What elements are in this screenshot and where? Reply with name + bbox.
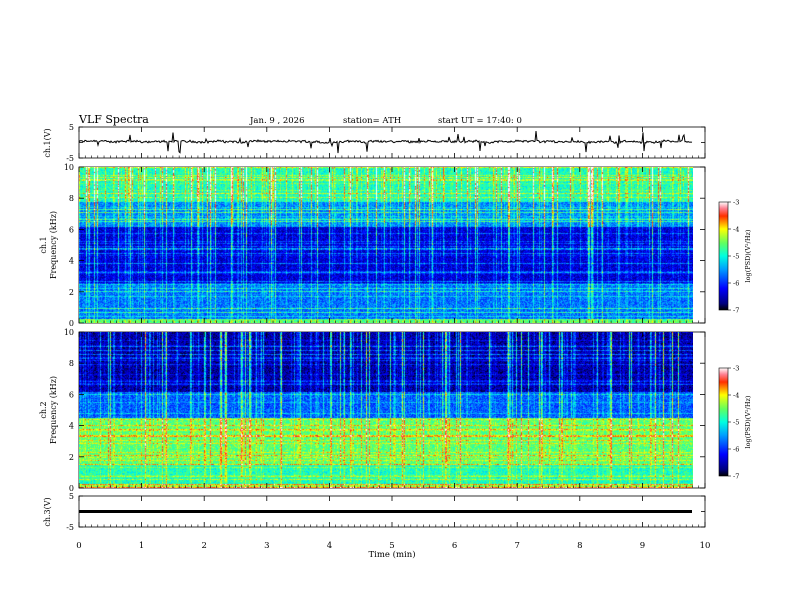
- ch3-ytick-bottom: -5: [66, 523, 74, 532]
- x-tick-label: 0: [76, 541, 81, 551]
- y-tick-label: 6: [69, 225, 74, 234]
- colorbar-tick-label: -5: [733, 419, 739, 427]
- ch1-ytick-top: 5: [69, 123, 74, 132]
- ch1-spec-freq-label: Frequency (kHz): [49, 211, 58, 279]
- x-tick-label: 9: [640, 541, 645, 551]
- time-axis-label: Time (min): [368, 549, 415, 560]
- y-tick-label: 8: [69, 359, 74, 368]
- ch1-spectrogram-image: [79, 167, 693, 323]
- y-tick-label: 4: [69, 257, 74, 266]
- colorbar-tick-label: -3: [733, 365, 739, 373]
- colorbar-tick-label: -7: [733, 307, 739, 315]
- station-label: station= ATH: [343, 116, 401, 126]
- colorbar-tick-label: -4: [733, 226, 739, 234]
- x-tick-label: 6: [452, 541, 457, 551]
- x-tick-label: 7: [514, 541, 519, 551]
- x-tick-label: 10: [700, 541, 711, 551]
- y-tick-label: 6: [69, 390, 74, 399]
- ch1-spectrogram-panel: 0 2 4 6 8 10 ch.1 Frequency (kHz): [39, 163, 706, 328]
- ch2-colorbar: -3 -4 -5 -6 -7 log(PSD)(V²/Hz): [718, 365, 752, 481]
- ch1-colorbar: -3 -4 -5 -6 -7 log(PSD)(V²/Hz): [718, 199, 752, 315]
- vlf-figure: VLF Spectra Jan. 9 , 2026 station= ATH s…: [39, 113, 752, 560]
- colorbar-tick-label: -7: [733, 473, 739, 481]
- colorbar-tick-label: -4: [733, 392, 739, 400]
- colorbar-label: log(PSD)(V²/Hz): [744, 229, 752, 282]
- colorbar-gradient: [718, 367, 729, 477]
- ch3-waveform-panel: 5 -5 ch.3(V): [43, 492, 706, 532]
- date-label: Jan. 9 , 2026: [249, 116, 305, 126]
- colorbar-label: log(PSD)(V²/Hz): [744, 395, 752, 448]
- y-tick-label: 4: [69, 422, 74, 431]
- x-tick-label: 2: [201, 541, 206, 551]
- colorbar-tick-label: -3: [733, 199, 739, 207]
- ch1-waveform-panel: 5 -5 ch.1(V): [43, 123, 706, 163]
- colorbar-tick-label: -6: [733, 446, 739, 454]
- y-tick-label: 10: [64, 328, 74, 337]
- y-tick-label: 2: [69, 453, 74, 462]
- figure-title: VLF Spectra: [78, 113, 149, 126]
- ch1-ytick-bottom: -5: [66, 154, 74, 163]
- colorbar-gradient: [718, 201, 729, 311]
- ch2-spectrogram-panel: 0246810 ch.2 Frequency (kHz): [39, 328, 706, 493]
- x-tick-label: 4: [327, 541, 332, 551]
- y-tick-label: 2: [69, 288, 74, 297]
- x-tick-label: 8: [577, 541, 582, 551]
- ch2-spec-channel-label: ch.2: [39, 401, 48, 418]
- ch2-spectrogram-image: [79, 332, 693, 488]
- y-tick-label: 10: [64, 163, 74, 172]
- ch2-spec-freq-label: Frequency (kHz): [49, 376, 58, 444]
- colorbar-tick-label: -6: [733, 280, 739, 288]
- y-tick-label: 8: [69, 194, 74, 203]
- ch1-ylabel: ch.1(V): [43, 128, 52, 157]
- ch1-spec-channel-label: ch.1: [39, 236, 48, 253]
- ch3-ylabel: ch.3(V): [43, 497, 52, 526]
- y-tick-label: 0: [69, 319, 74, 328]
- x-tick-label: 3: [264, 541, 269, 551]
- start-time-label: start UT = 17:40: 0: [438, 116, 522, 126]
- colorbar-tick-label: -5: [733, 253, 739, 261]
- x-tick-label: 1: [139, 541, 144, 551]
- ch3-ytick-top: 5: [69, 492, 74, 501]
